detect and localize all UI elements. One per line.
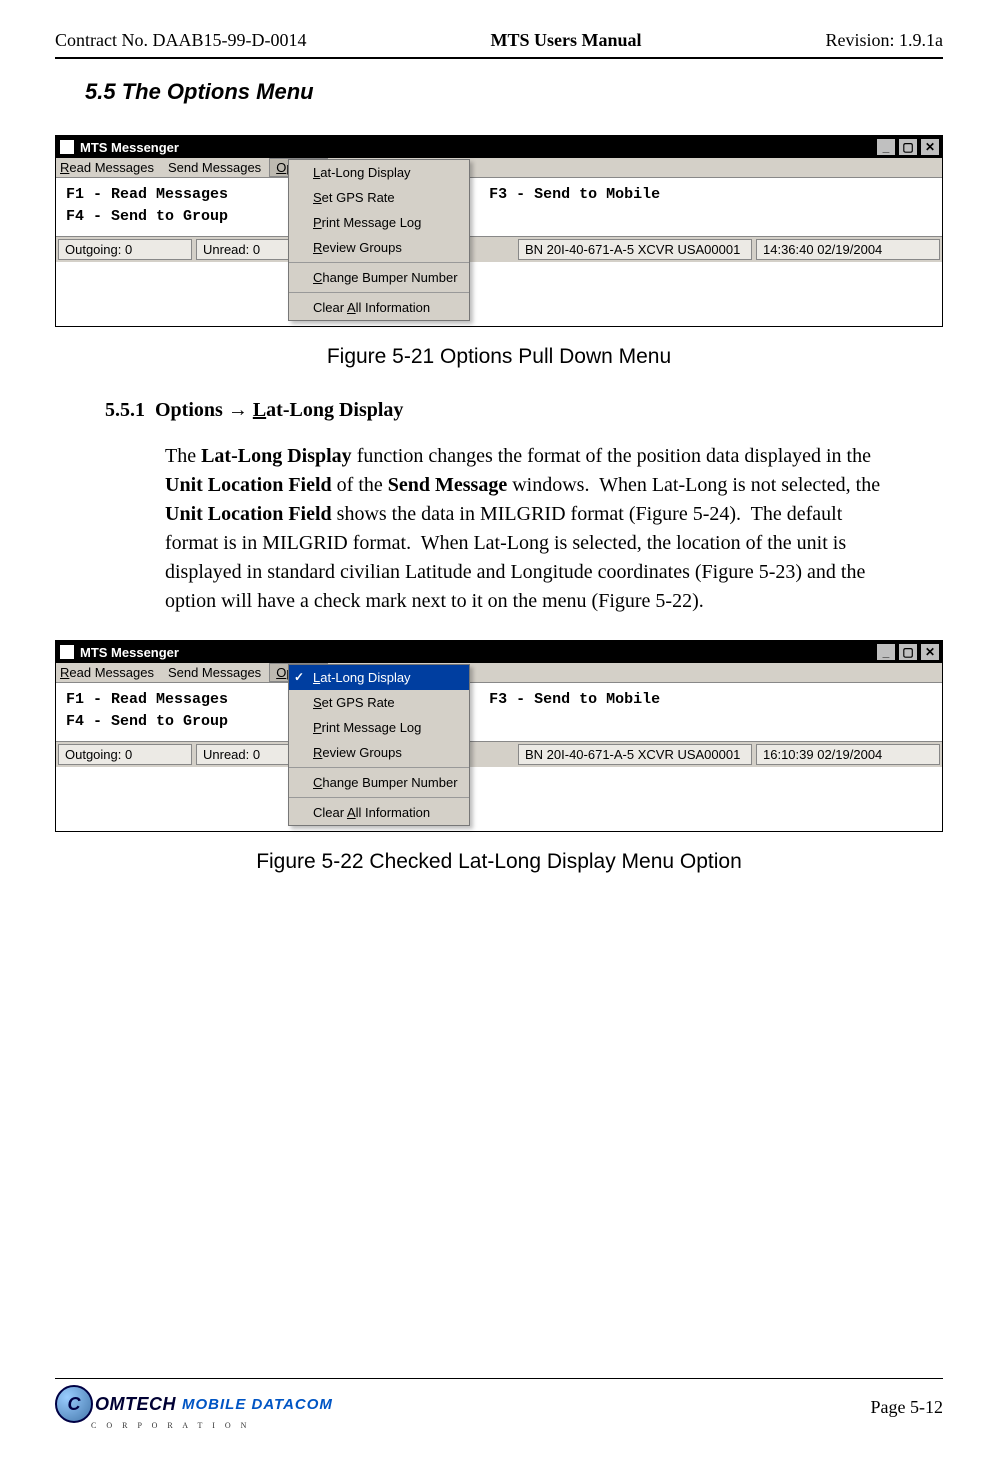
window-titlebar: MTS Messenger _ ▢ ✕ (56, 136, 942, 158)
menu-item-print-message-log[interactable]: Print Message Log (289, 210, 469, 235)
page-header: Contract No. DAAB15-99-D-0014 MTS Users … (55, 30, 943, 57)
menu-item-print-message-log[interactable]: Print Message Log (289, 715, 469, 740)
menu-item-label: Change Bumper Number (313, 270, 458, 285)
close-icon[interactable]: ✕ (920, 643, 940, 661)
minimize-icon[interactable]: _ (876, 138, 896, 156)
menu-send-messages[interactable]: Send Messages (168, 160, 261, 175)
app-icon (60, 140, 74, 154)
header-center: MTS Users Manual (490, 30, 641, 51)
close-icon[interactable]: ✕ (920, 138, 940, 156)
window-title: MTS Messenger (80, 140, 179, 155)
content-area: F1 - Read Messages l Station F3 - Send t… (56, 683, 942, 741)
menu-item-clear-all-information[interactable]: Clear All Information (289, 295, 469, 320)
menu-separator (289, 767, 469, 768)
figure-2-caption: Figure 5-22 Checked Lat-Long Display Men… (55, 850, 943, 874)
status-info: BN 20I-40-671-A-5 XCVR USA00001 (518, 239, 752, 260)
menu-item-review-groups[interactable]: Review Groups (289, 740, 469, 765)
page-number: Page 5-12 (871, 1397, 943, 1418)
logo-text: OMTECH (95, 1394, 176, 1415)
header-left: Contract No. DAAB15-99-D-0014 (55, 30, 306, 51)
menu-item-label: Lat-Long Display (313, 670, 411, 685)
menu-item-label: Clear All Information (313, 300, 430, 315)
menu-item-change-bumper-number[interactable]: Change Bumper Number (289, 770, 469, 795)
figure-1-caption: Figure 5-21 Options Pull Down Menu (55, 345, 943, 369)
screenshot-1: MTS Messenger _ ▢ ✕ Read Messages Send M… (55, 135, 943, 327)
statusbar: Outgoing: 0 Unread: 0 BN 20I-40-671-A-5 … (56, 741, 942, 767)
menu-item-label: Clear All Information (313, 805, 430, 820)
menu-send-messages[interactable]: Send Messages (168, 665, 261, 680)
menu-item-clear-all-information[interactable]: Clear All Information (289, 800, 469, 825)
menu-item-label: Print Message Log (313, 720, 421, 735)
header-right: Revision: 1.9.1a (825, 30, 943, 51)
menu-item-label: Lat-Long Display (313, 165, 411, 180)
menu-item-label: Set GPS Rate (313, 695, 395, 710)
app-icon (60, 645, 74, 659)
window-title: MTS Messenger (80, 645, 179, 660)
menu-item-label: Print Message Log (313, 215, 421, 230)
logo-subtext: MOBILE DATACOM (182, 1396, 333, 1413)
maximize-icon[interactable]: ▢ (898, 643, 918, 661)
statusbar: Outgoing: 0 Unread: 0 BN 20I-40-671-A-5 … (56, 236, 942, 262)
section-heading: 5.5 The Options Menu (85, 79, 943, 105)
options-dropdown: ✓ Lat-Long Display Set GPS Rate Print Messa… (288, 664, 470, 826)
menu-separator (289, 797, 469, 798)
content-area: F1 - Read Messages l Station F3 - Send t… (56, 178, 942, 236)
status-time: 16:10:39 02/19/2004 (756, 744, 940, 765)
menu-item-label: Review Groups (313, 745, 402, 760)
menu-read-messages[interactable]: Read Messages (60, 665, 154, 680)
page-footer: C OMTECH MOBILE DATACOM C O R P O R A T … (55, 1378, 943, 1430)
status-outgoing: Outgoing: 0 (58, 239, 192, 260)
logo: C OMTECH MOBILE DATACOM C O R P O R A T … (55, 1385, 333, 1430)
paragraph-1: The Lat-Long Display function changes th… (165, 442, 883, 616)
status-time: 14:36:40 02/19/2004 (756, 239, 940, 260)
logo-c-icon: C (55, 1385, 93, 1423)
status-info: BN 20I-40-671-A-5 XCVR USA00001 (518, 744, 752, 765)
menu-item-lat-long-display[interactable]: Lat-Long Display (289, 160, 469, 185)
menu-item-lat-long-display[interactable]: ✓ Lat-Long Display (289, 665, 469, 690)
window-titlebar: MTS Messenger _ ▢ ✕ (56, 641, 942, 663)
menu-item-review-groups[interactable]: Review Groups (289, 235, 469, 260)
minimize-icon[interactable]: _ (876, 643, 896, 661)
menu-item-label: Review Groups (313, 240, 402, 255)
menu-item-change-bumper-number[interactable]: Change Bumper Number (289, 265, 469, 290)
menu-item-set-gps-rate[interactable]: Set GPS Rate (289, 185, 469, 210)
options-dropdown: Lat-Long Display Set GPS Rate Print Messag… (288, 159, 470, 321)
subsection-heading: 5.5.1 Options → Lat-Long Display (105, 399, 943, 422)
menubar: Read Messages Send Messages Options Cont… (56, 663, 942, 683)
menubar: Read Messages Send Messages Options Cont… (56, 158, 942, 178)
check-icon: ✓ (294, 670, 304, 684)
maximize-icon[interactable]: ▢ (898, 138, 918, 156)
menu-item-label: Set GPS Rate (313, 190, 395, 205)
menu-item-set-gps-rate[interactable]: Set GPS Rate (289, 690, 469, 715)
logo-corporation: C O R P O R A T I O N (91, 1421, 333, 1430)
menu-separator (289, 292, 469, 293)
screenshot-2: MTS Messenger _ ▢ ✕ Read Messages Send M… (55, 640, 943, 832)
menu-item-label: Change Bumper Number (313, 775, 458, 790)
menu-separator (289, 262, 469, 263)
header-rule (55, 57, 943, 59)
menu-read-messages[interactable]: Read Messages (60, 160, 154, 175)
status-outgoing: Outgoing: 0 (58, 744, 192, 765)
